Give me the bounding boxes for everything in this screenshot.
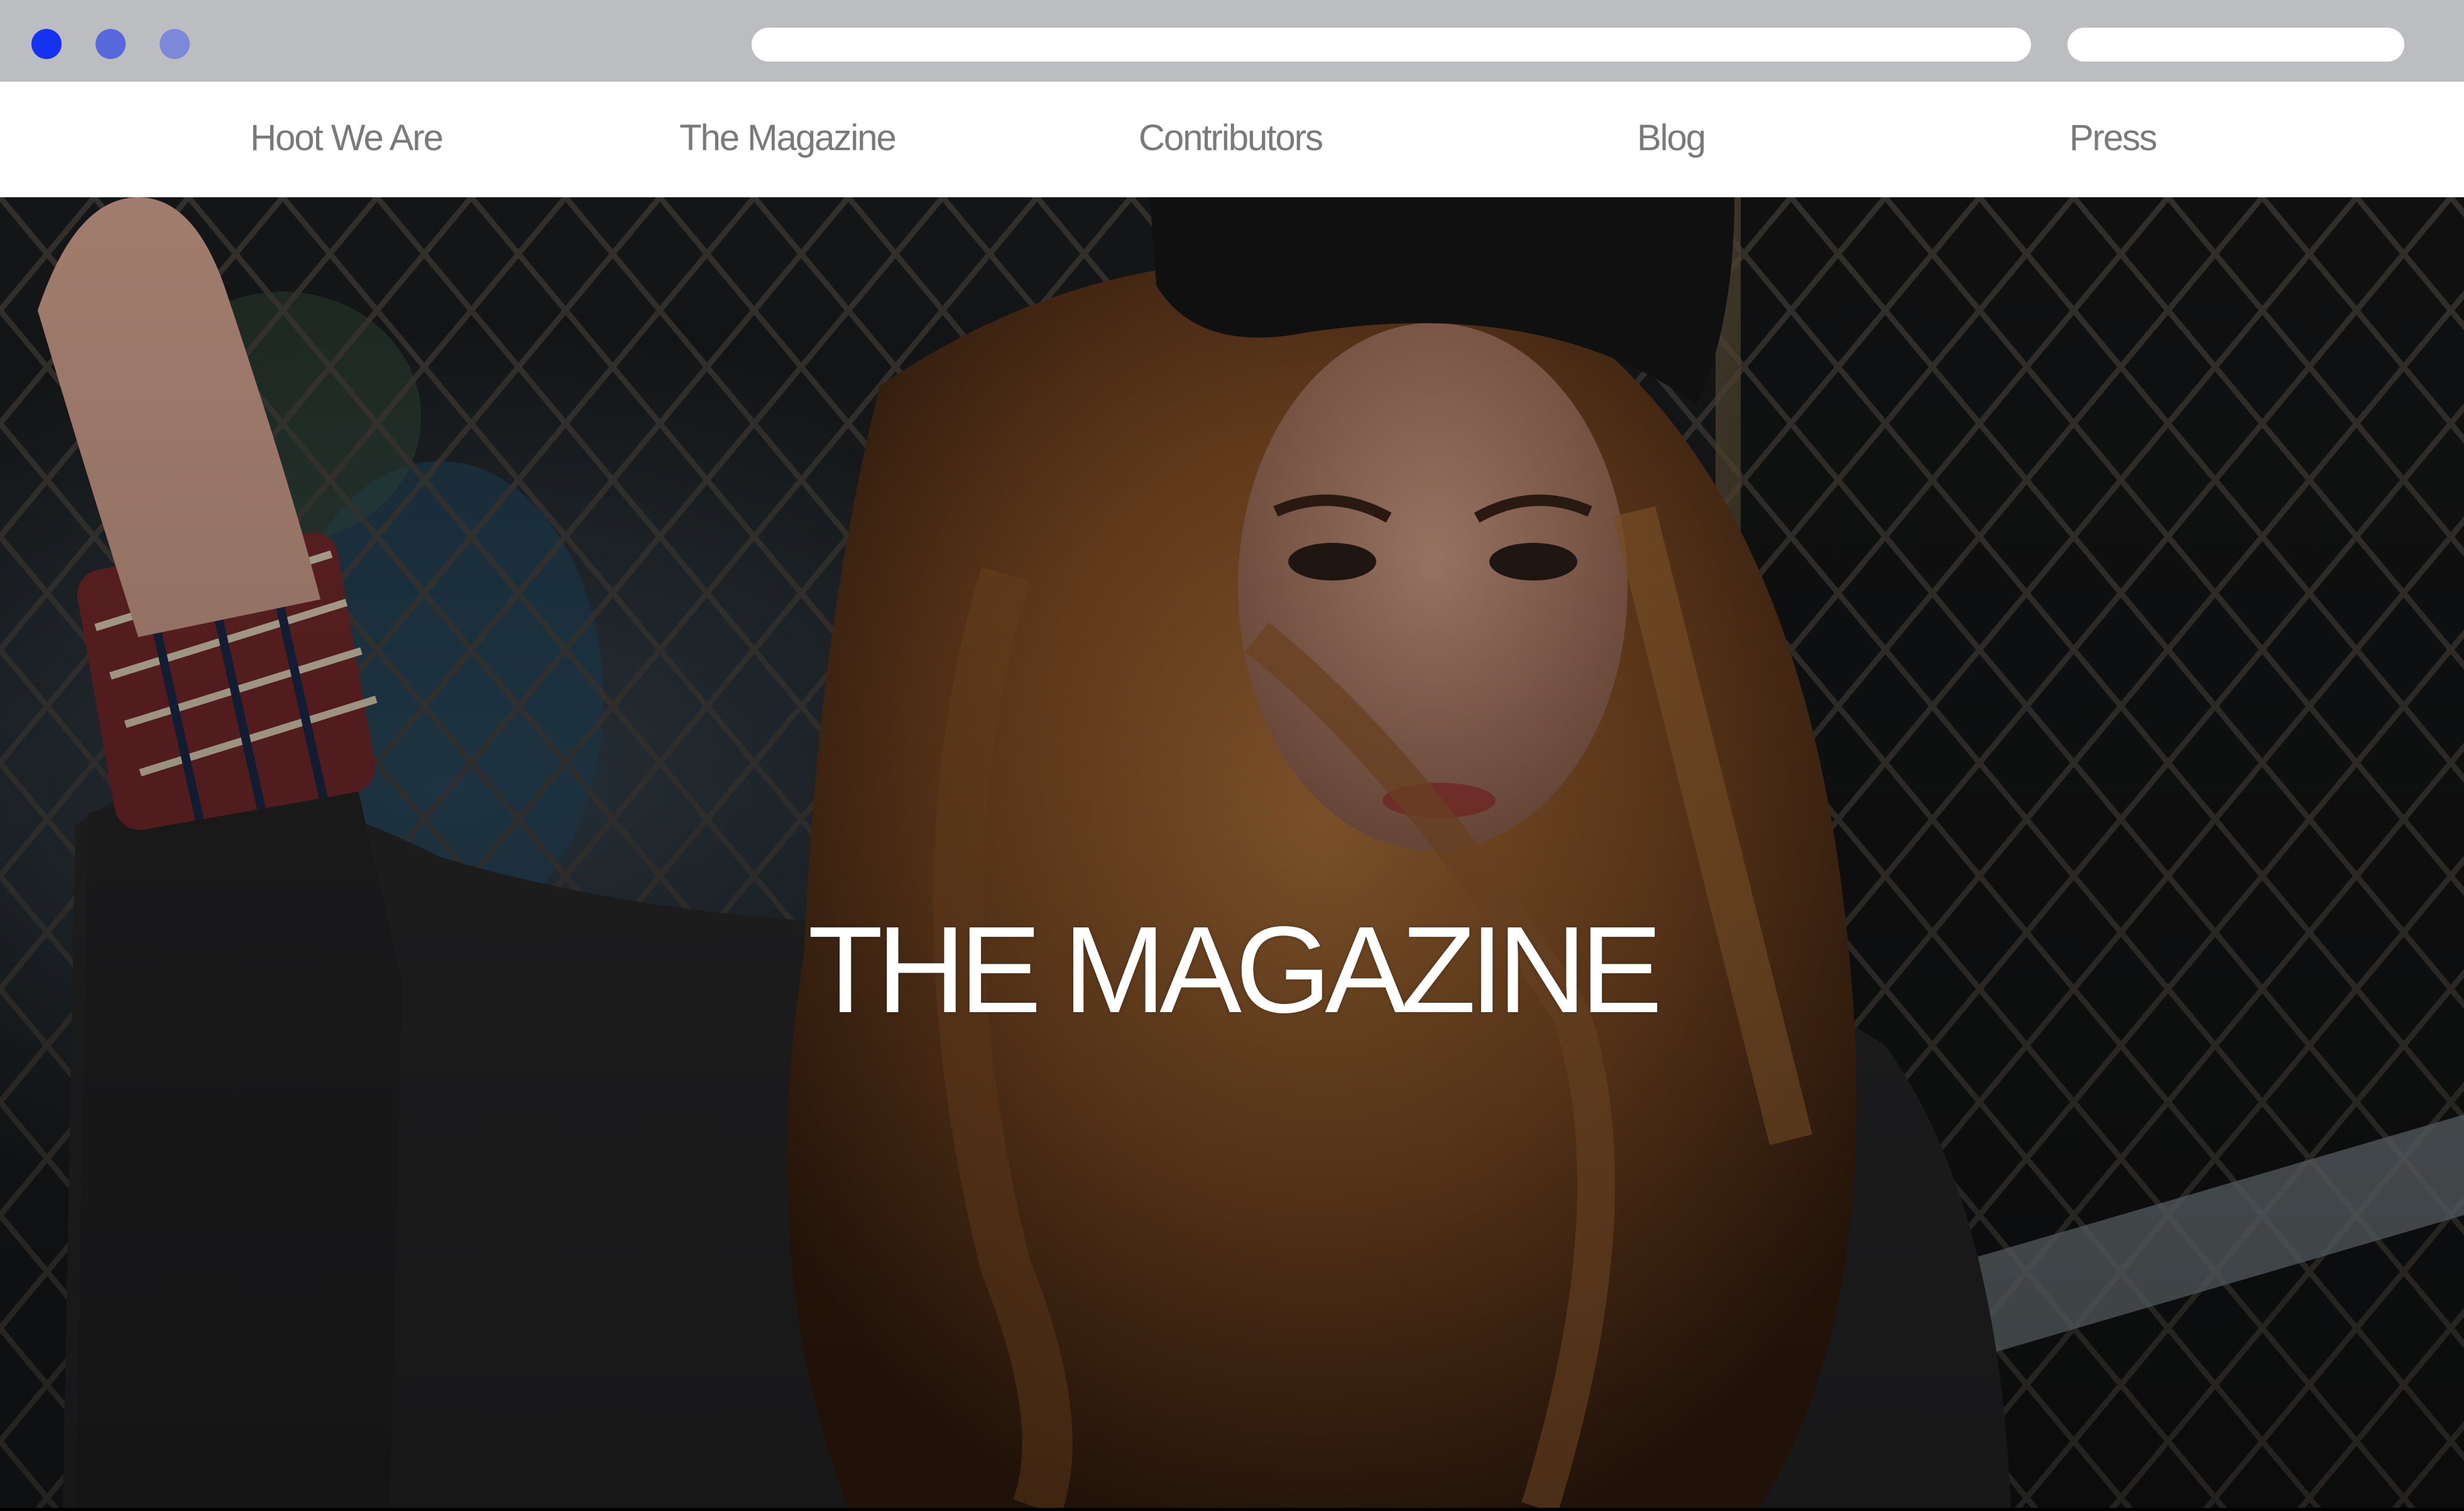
- address-bar[interactable]: [752, 28, 2031, 62]
- nav-link-contributors[interactable]: Contributors: [1139, 107, 1323, 170]
- hero-photo: [0, 197, 2464, 1508]
- site-navigation: Hoot We Are The Magazine Contributors Bl…: [0, 82, 2464, 197]
- hero-banner: THE MAGAZINE: [0, 197, 2464, 1508]
- nav-link-blog[interactable]: Blog: [1637, 107, 1706, 170]
- nav-link-press[interactable]: Press: [2069, 107, 2157, 170]
- nav-link-hoot-we-are[interactable]: Hoot We Are: [250, 107, 444, 170]
- nav-link-the-magazine[interactable]: The Magazine: [679, 107, 897, 170]
- minimize-window-button[interactable]: [96, 29, 126, 59]
- maximize-window-button[interactable]: [160, 29, 190, 59]
- browser-toolbar: [0, 0, 2464, 82]
- close-window-button[interactable]: [31, 29, 62, 59]
- browser-window: Hoot We Are The Magazine Contributors Bl…: [0, 0, 2464, 1511]
- browser-search-field[interactable]: [2067, 28, 2404, 62]
- divider: [0, 1508, 2464, 1511]
- hero-title: THE MAGAZINE: [808, 901, 1662, 1039]
